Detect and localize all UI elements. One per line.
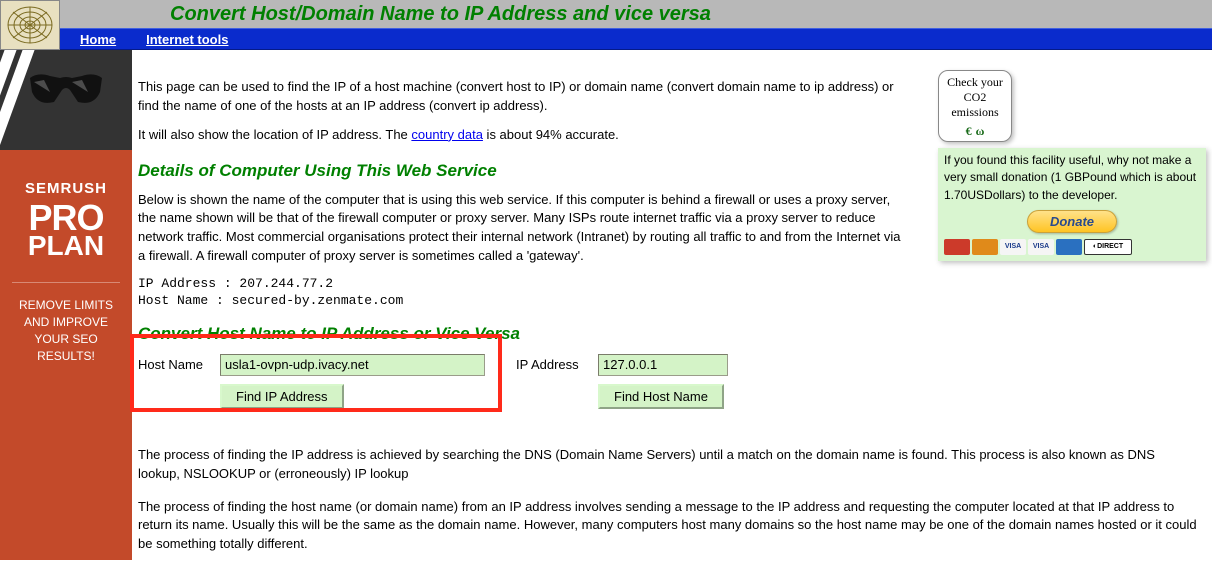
globe-icon: ω: [976, 124, 985, 139]
euro-icon: €: [966, 124, 972, 139]
nav-internet-tools[interactable]: Internet tools: [146, 32, 228, 47]
client-host-line: Host Name : secured-by.zenmate.com: [138, 293, 908, 308]
sunglasses-icon: [28, 72, 104, 108]
donate-box: If you found this facility useful, why n…: [938, 148, 1206, 261]
maestro-icon: [972, 239, 998, 255]
host-name-label: Host Name: [138, 357, 216, 372]
page-title: Convert Host/Domain Name to IP Address a…: [170, 3, 711, 26]
amex-icon: [1056, 239, 1082, 255]
co2-widget[interactable]: Check your CO2 emissions €ω: [938, 70, 1012, 142]
mastercard-icon: [944, 239, 970, 255]
ip-address-label: IP Address: [516, 357, 594, 372]
ip-address-input[interactable]: [598, 354, 728, 376]
donate-button[interactable]: Donate: [1027, 210, 1117, 233]
sidebar-ad-semrush[interactable]: SEMRUSH PRO PLAN REMOVE LIMITS AND IMPRO…: [0, 50, 132, 560]
country-data-link[interactable]: country data: [411, 127, 483, 142]
details-p: Below is shown the name of the computer …: [138, 191, 908, 266]
ad-pro-text: PRO: [0, 203, 132, 234]
intro-p1: This page can be used to find the IP of …: [138, 78, 908, 116]
find-host-button[interactable]: Find Host Name: [598, 384, 724, 409]
find-ip-button[interactable]: Find IP Address: [220, 384, 344, 409]
ad-message: REMOVE LIMITS AND IMPROVE YOUR SEO RESUL…: [0, 297, 132, 364]
site-logo[interactable]: [0, 0, 60, 50]
main-nav: Home Internet tools: [0, 28, 1212, 50]
explain-p1: The process of finding the IP address is…: [138, 446, 1198, 484]
ad-plan-text: PLAN: [0, 234, 132, 258]
visa-icon: VISA: [1000, 239, 1026, 255]
nav-home[interactable]: Home: [80, 32, 116, 47]
convert-heading: Convert Host Name to IP Address or Vice …: [138, 324, 908, 344]
host-name-input[interactable]: [220, 354, 485, 376]
ad-brand-text: SEMRUSH: [0, 180, 132, 197]
visa-icon: VISA: [1028, 239, 1054, 255]
directdebit-icon: ◐DIRECT: [1084, 239, 1132, 255]
details-heading: Details of Computer Using This Web Servi…: [138, 161, 908, 181]
client-ip-line: IP Address : 207.244.77.2: [138, 276, 908, 291]
payment-cards: VISA VISA ◐DIRECT: [944, 239, 1200, 255]
explain-p2: The process of finding the host name (or…: [138, 498, 1198, 555]
donate-text: If you found this facility useful, why n…: [944, 153, 1196, 202]
intro-p2: It will also show the location of IP add…: [138, 126, 908, 145]
